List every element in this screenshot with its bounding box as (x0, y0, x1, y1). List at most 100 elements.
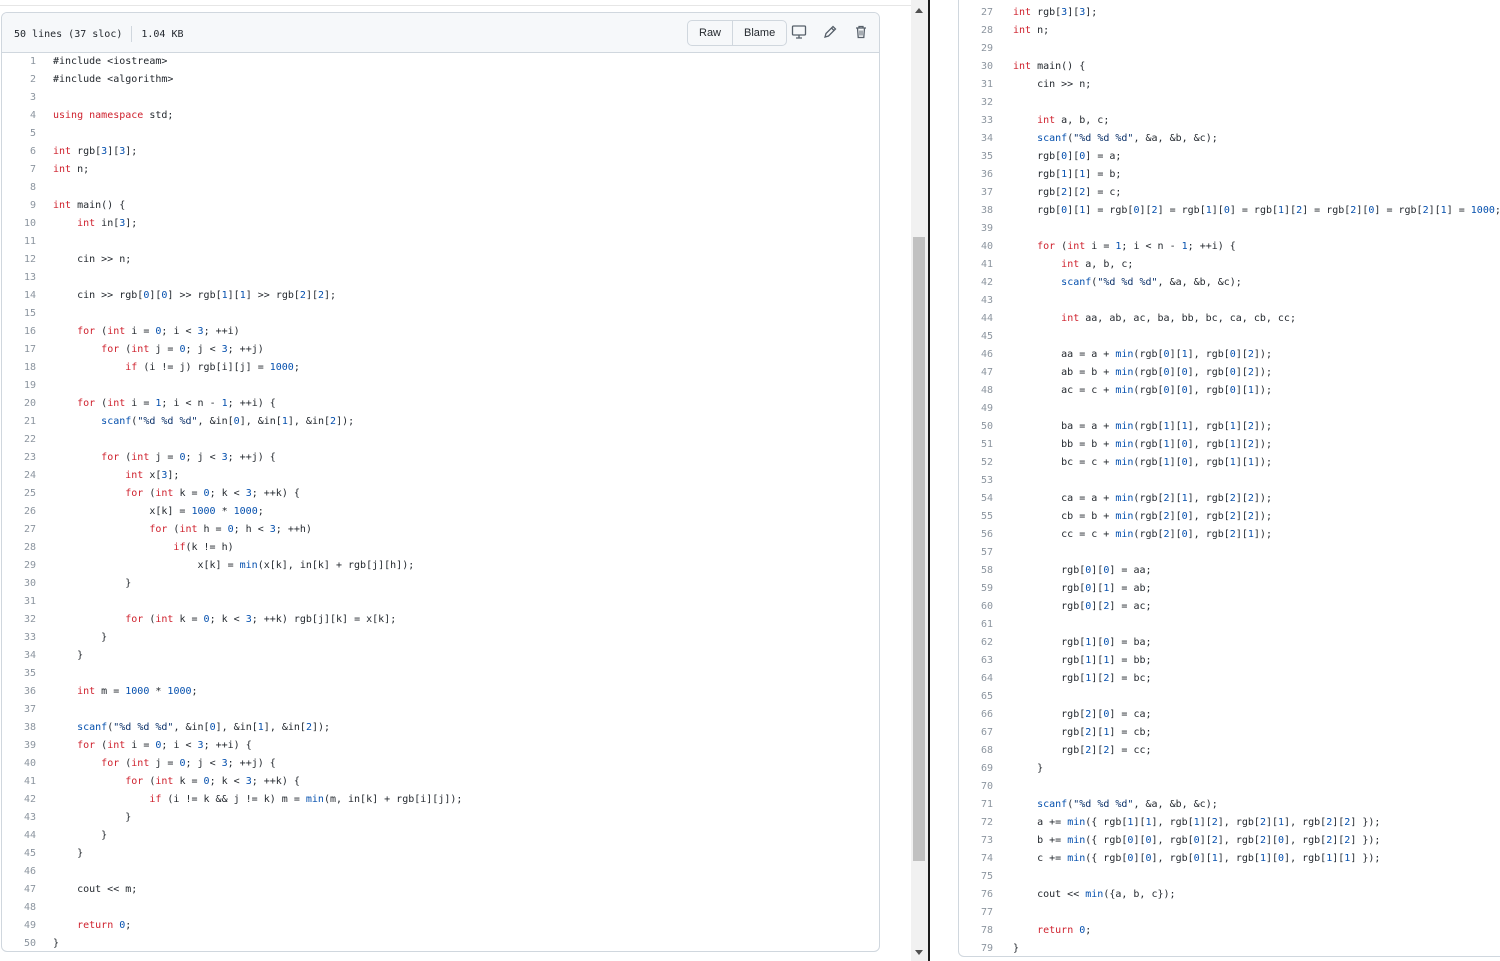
line-number[interactable]: 23 (2, 449, 36, 467)
line-number[interactable]: 56 (959, 526, 993, 544)
line-number[interactable]: 41 (959, 256, 993, 274)
line-number[interactable]: 54 (959, 490, 993, 508)
line-number[interactable]: 38 (959, 202, 993, 220)
line-number[interactable]: 27 (959, 4, 993, 22)
line-number[interactable]: 35 (959, 148, 993, 166)
line-number[interactable]: 43 (2, 809, 36, 827)
line-number[interactable]: 3 (2, 89, 36, 107)
raw-button[interactable]: Raw (688, 21, 732, 45)
line-number[interactable]: 36 (959, 166, 993, 184)
line-number[interactable]: 24 (2, 467, 36, 485)
line-number[interactable]: 52 (959, 454, 993, 472)
line-number[interactable]: 11 (2, 233, 36, 251)
line-number[interactable]: 32 (2, 611, 36, 629)
line-number[interactable]: 66 (959, 706, 993, 724)
line-number[interactable]: 34 (2, 647, 36, 665)
line-number[interactable]: 58 (959, 562, 993, 580)
desktop-icon[interactable] (791, 24, 807, 40)
line-number[interactable]: 47 (2, 881, 36, 899)
line-number[interactable]: 62 (959, 634, 993, 652)
line-number[interactable]: 46 (2, 863, 36, 881)
line-number[interactable]: 70 (959, 778, 993, 796)
line-number[interactable]: 16 (2, 323, 36, 341)
line-number[interactable]: 61 (959, 616, 993, 634)
line-number[interactable]: 29 (959, 40, 993, 58)
line-number[interactable]: 12 (2, 251, 36, 269)
line-number[interactable]: 37 (2, 701, 36, 719)
line-number[interactable]: 36 (2, 683, 36, 701)
blame-button[interactable]: Blame (732, 21, 786, 45)
line-number[interactable]: 72 (959, 814, 993, 832)
line-number[interactable]: 17 (2, 341, 36, 359)
line-number[interactable]: 38 (2, 719, 36, 737)
line-number[interactable]: 73 (959, 832, 993, 850)
line-number[interactable]: 55 (959, 508, 993, 526)
line-number[interactable]: 32 (959, 94, 993, 112)
line-number[interactable]: 28 (959, 22, 993, 40)
line-number[interactable]: 29 (2, 557, 36, 575)
line-number[interactable]: 34 (959, 130, 993, 148)
line-number[interactable]: 15 (2, 305, 36, 323)
line-number[interactable]: 39 (2, 737, 36, 755)
line-number[interactable]: 21 (2, 413, 36, 431)
line-number[interactable]: 77 (959, 904, 993, 922)
line-number[interactable]: 43 (959, 292, 993, 310)
line-number[interactable]: 27 (2, 521, 36, 539)
line-number[interactable]: 50 (2, 935, 36, 951)
line-number[interactable]: 7 (2, 161, 36, 179)
line-number[interactable]: 20 (2, 395, 36, 413)
line-number[interactable]: 2 (2, 71, 36, 89)
line-number[interactable]: 42 (959, 274, 993, 292)
line-number[interactable]: 68 (959, 742, 993, 760)
line-number[interactable]: 19 (2, 377, 36, 395)
line-number[interactable]: 42 (2, 791, 36, 809)
line-number[interactable]: 45 (2, 845, 36, 863)
line-number[interactable]: 53 (959, 472, 993, 490)
line-number[interactable]: 26 (2, 503, 36, 521)
vertical-scrollbar[interactable] (911, 0, 928, 961)
scrollbar-thumb[interactable] (913, 237, 925, 861)
line-number[interactable]: 69 (959, 760, 993, 778)
pencil-icon[interactable] (822, 24, 838, 40)
line-number[interactable]: 30 (2, 575, 36, 593)
line-number[interactable]: 5 (2, 125, 36, 143)
line-number[interactable]: 48 (2, 899, 36, 917)
line-number[interactable]: 33 (959, 112, 993, 130)
line-number[interactable]: 76 (959, 886, 993, 904)
line-number[interactable]: 4 (2, 107, 36, 125)
line-number[interactable]: 50 (959, 418, 993, 436)
line-number[interactable]: 60 (959, 598, 993, 616)
line-number[interactable]: 78 (959, 922, 993, 940)
line-number[interactable]: 71 (959, 796, 993, 814)
line-number[interactable]: 39 (959, 220, 993, 238)
line-number[interactable]: 51 (959, 436, 993, 454)
line-number[interactable]: 41 (2, 773, 36, 791)
line-number[interactable]: 59 (959, 580, 993, 598)
line-number[interactable]: 65 (959, 688, 993, 706)
line-number[interactable]: 18 (2, 359, 36, 377)
line-number[interactable]: 22 (2, 431, 36, 449)
trash-icon[interactable] (853, 24, 869, 40)
scroll-up-arrow-icon[interactable] (915, 8, 923, 13)
line-number[interactable]: 33 (2, 629, 36, 647)
scroll-down-arrow-icon[interactable] (915, 950, 923, 955)
line-number[interactable]: 13 (2, 269, 36, 287)
line-number[interactable]: 40 (2, 755, 36, 773)
line-number[interactable]: 49 (959, 400, 993, 418)
line-number[interactable]: 35 (2, 665, 36, 683)
line-number[interactable]: 44 (2, 827, 36, 845)
line-number[interactable]: 9 (2, 197, 36, 215)
line-number[interactable]: 1 (2, 53, 36, 71)
line-number[interactable]: 63 (959, 652, 993, 670)
line-number[interactable]: 31 (959, 76, 993, 94)
line-number[interactable]: 10 (2, 215, 36, 233)
line-number[interactable]: 57 (959, 544, 993, 562)
line-number[interactable]: 49 (2, 917, 36, 935)
line-number[interactable]: 44 (959, 310, 993, 328)
line-number[interactable]: 79 (959, 940, 993, 958)
line-number[interactable]: 31 (2, 593, 36, 611)
line-number[interactable]: 67 (959, 724, 993, 742)
line-number[interactable]: 30 (959, 58, 993, 76)
line-number[interactable]: 8 (2, 179, 36, 197)
line-number[interactable]: 45 (959, 328, 993, 346)
